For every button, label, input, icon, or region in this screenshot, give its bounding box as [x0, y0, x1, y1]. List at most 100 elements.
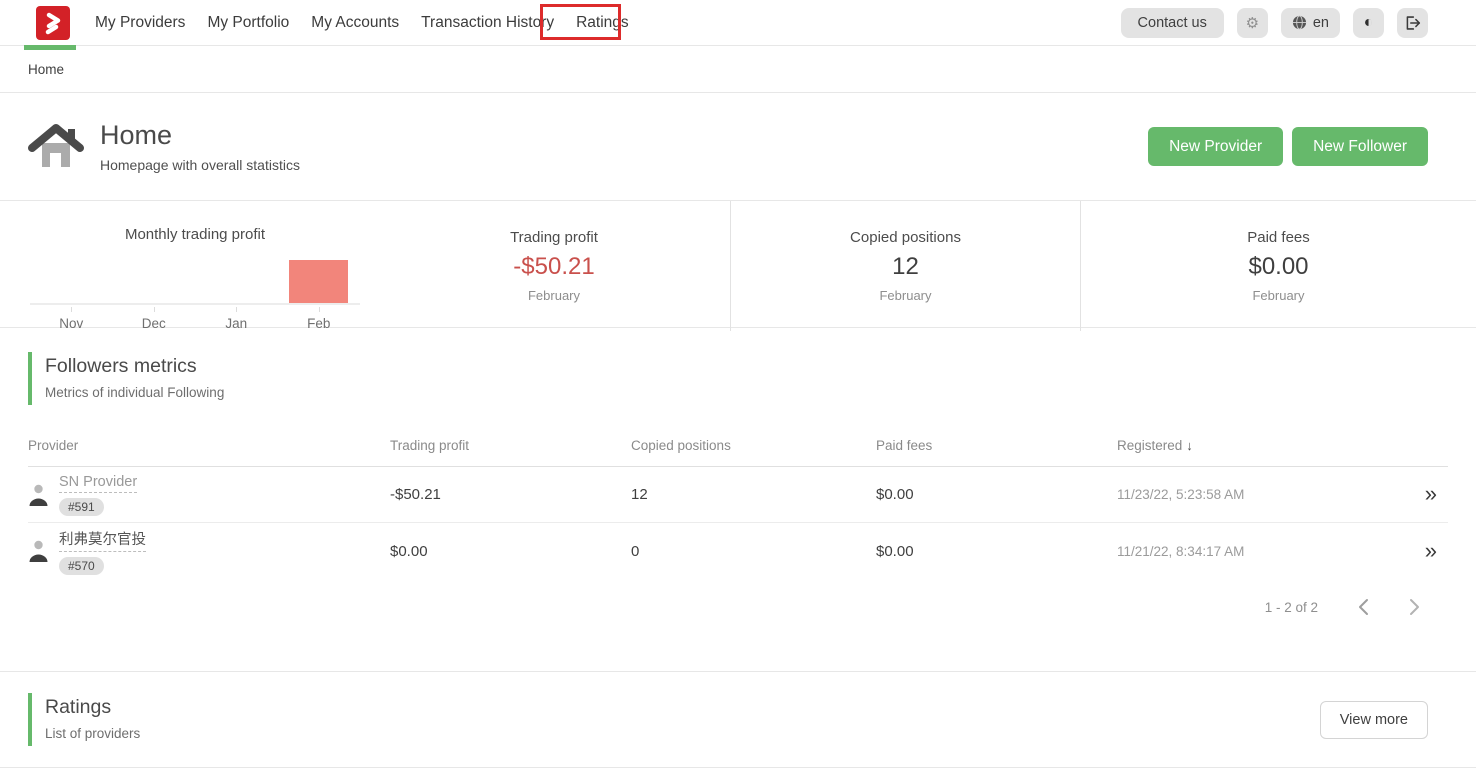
row-open-cell: » — [1380, 540, 1448, 563]
nav-item-my-accounts[interactable]: My Accounts — [311, 14, 399, 32]
cell-trading-profit: $0.00 — [390, 543, 631, 560]
header-actions: New Provider New Follower — [1148, 127, 1428, 166]
home-icon — [28, 121, 84, 173]
section-title-block: Ratings List of providers — [28, 693, 140, 746]
logo-glyph-icon — [41, 11, 65, 35]
page-subtitle: Homepage with overall statistics — [100, 157, 300, 173]
sort-desc-icon: ↓ — [1186, 438, 1193, 453]
followers-metrics-subtitle: Metrics of individual Following — [45, 385, 224, 400]
stat-title: Paid fees — [1247, 229, 1310, 246]
page-title-block: Home Homepage with overall statistics — [100, 120, 300, 173]
cell-copied-positions: 12 — [631, 486, 876, 503]
settings-button[interactable]: ⚙ — [1237, 8, 1268, 38]
provider-name-link[interactable]: SN Provider — [59, 474, 137, 493]
contrast-icon: ◐ — [1364, 14, 1374, 32]
pagination-range-label: 1 - 2 of 2 — [1265, 600, 1318, 615]
table-row[interactable]: SN Provider #591 -$50.21 12 $0.00 11/23/… — [28, 467, 1448, 523]
stat-card-trading-profit: Trading profit -$50.21 February — [378, 201, 730, 331]
language-label: en — [1313, 15, 1329, 31]
logout-button[interactable] — [1397, 8, 1428, 38]
nav-item-ratings[interactable]: Ratings — [576, 14, 629, 32]
x-tick-label: Nov — [30, 309, 113, 331]
stat-value: -$50.21 — [513, 253, 594, 281]
x-tick-label: Jan — [195, 309, 278, 331]
nav-item-my-providers[interactable]: My Providers — [95, 14, 185, 32]
cell-trading-profit: -$50.21 — [390, 486, 631, 503]
new-follower-button[interactable]: New Follower — [1292, 127, 1428, 166]
row-open-cell: » — [1380, 483, 1448, 506]
stat-period: February — [528, 288, 580, 303]
ratings-section: Ratings List of providers View more — [0, 671, 1476, 768]
theme-contrast-button[interactable]: ◐ — [1353, 8, 1384, 38]
provider-info: 利弗莫尔官投 #570 — [59, 528, 146, 575]
view-more-button[interactable]: View more — [1320, 701, 1428, 739]
avatar-icon — [28, 483, 49, 507]
chart-title: Monthly trading profit — [30, 226, 360, 243]
chevron-left-icon — [1358, 598, 1369, 616]
chart-plot-area — [30, 245, 360, 305]
avatar-icon — [28, 539, 49, 563]
followers-metrics-header: Followers metrics Metrics of individual … — [0, 328, 1476, 425]
nav-actions: Contact us ⚙ en ◐ — [1121, 8, 1428, 38]
ratings-title: Ratings — [45, 696, 140, 719]
new-provider-button[interactable]: New Provider — [1148, 127, 1283, 166]
language-button[interactable]: en — [1281, 8, 1340, 38]
nav-item-transaction-history[interactable]: Transaction History — [421, 14, 554, 32]
page-title: Home — [100, 120, 300, 151]
followers-metrics-title: Followers metrics — [45, 355, 224, 378]
column-header-trading-profit: Trading profit — [390, 438, 631, 453]
page-header: Home Homepage with overall statistics Ne… — [0, 93, 1476, 201]
pagination-prev-button[interactable] — [1358, 598, 1369, 616]
stat-title: Copied positions — [850, 229, 961, 246]
breadcrumb[interactable]: Home — [28, 62, 64, 77]
gear-icon: ⚙ — [1246, 14, 1259, 32]
nav-links: My Providers My Portfolio My Accounts Tr… — [84, 14, 640, 32]
column-header-copied-positions: Copied positions — [631, 438, 876, 453]
chart-bar-slot-jan — [195, 245, 278, 303]
stat-card-copied-positions: Copied positions 12 February — [730, 201, 1080, 331]
section-title-block: Followers metrics Metrics of individual … — [28, 352, 224, 405]
app-logo-icon[interactable] — [36, 6, 70, 40]
stat-value: 12 — [892, 253, 919, 281]
logout-icon — [1404, 15, 1421, 31]
cell-copied-positions: 0 — [631, 543, 876, 560]
cell-registered: 11/21/22, 8:34:17 AM — [1117, 544, 1380, 559]
ratings-subtitle: List of providers — [45, 726, 140, 741]
column-header-provider: Provider — [28, 438, 390, 453]
x-tick-label: Feb — [278, 309, 361, 331]
provider-id-badge: #591 — [59, 498, 104, 516]
chart-bar-feb — [289, 260, 348, 303]
top-navigation: My Providers My Portfolio My Accounts Tr… — [0, 0, 1476, 46]
provider-cell: 利弗莫尔官投 #570 — [28, 528, 390, 575]
x-tick-label: Dec — [113, 309, 196, 331]
contact-us-button[interactable]: Contact us — [1121, 8, 1224, 38]
chevron-right-icon — [1409, 598, 1420, 616]
chart-x-axis-labels: Nov Dec Jan Feb — [30, 309, 360, 331]
double-chevron-icon[interactable]: » — [1425, 481, 1436, 506]
table-header-row: Provider Trading profit Copied positions… — [28, 425, 1448, 467]
provider-cell: SN Provider #591 — [28, 474, 390, 516]
stat-value: $0.00 — [1248, 253, 1308, 281]
provider-id-badge: #570 — [59, 557, 104, 575]
monthly-trading-profit-chart: Monthly trading profit Nov Dec Jan Feb — [0, 201, 378, 331]
pagination: 1 - 2 of 2 — [0, 579, 1476, 640]
breadcrumb-bar: Home — [0, 46, 1476, 93]
stat-period: February — [1252, 288, 1304, 303]
double-chevron-icon[interactable]: » — [1425, 538, 1436, 563]
cell-paid-fees: $0.00 — [876, 486, 1117, 503]
overall-stats-row: Monthly trading profit Nov Dec Jan Feb T… — [0, 201, 1476, 328]
table-row[interactable]: 利弗莫尔官投 #570 $0.00 0 $0.00 11/21/22, 8:34… — [28, 523, 1448, 579]
cell-paid-fees: $0.00 — [876, 543, 1117, 560]
cell-registered: 11/23/22, 5:23:58 AM — [1117, 487, 1380, 502]
pagination-next-button[interactable] — [1409, 598, 1420, 616]
column-header-registered[interactable]: Registered↓ — [1117, 438, 1380, 453]
nav-active-indicator — [24, 45, 76, 50]
chart-bar-slot-dec — [113, 245, 196, 303]
nav-item-my-portfolio[interactable]: My Portfolio — [207, 14, 289, 32]
column-header-paid-fees: Paid fees — [876, 438, 1117, 453]
followers-metrics-table: Provider Trading profit Copied positions… — [0, 425, 1476, 579]
provider-name-link[interactable]: 利弗莫尔官投 — [59, 528, 146, 552]
globe-icon — [1292, 15, 1307, 30]
chart-bar-slot-nov — [30, 245, 113, 303]
stat-card-paid-fees: Paid fees $0.00 February — [1080, 201, 1476, 331]
